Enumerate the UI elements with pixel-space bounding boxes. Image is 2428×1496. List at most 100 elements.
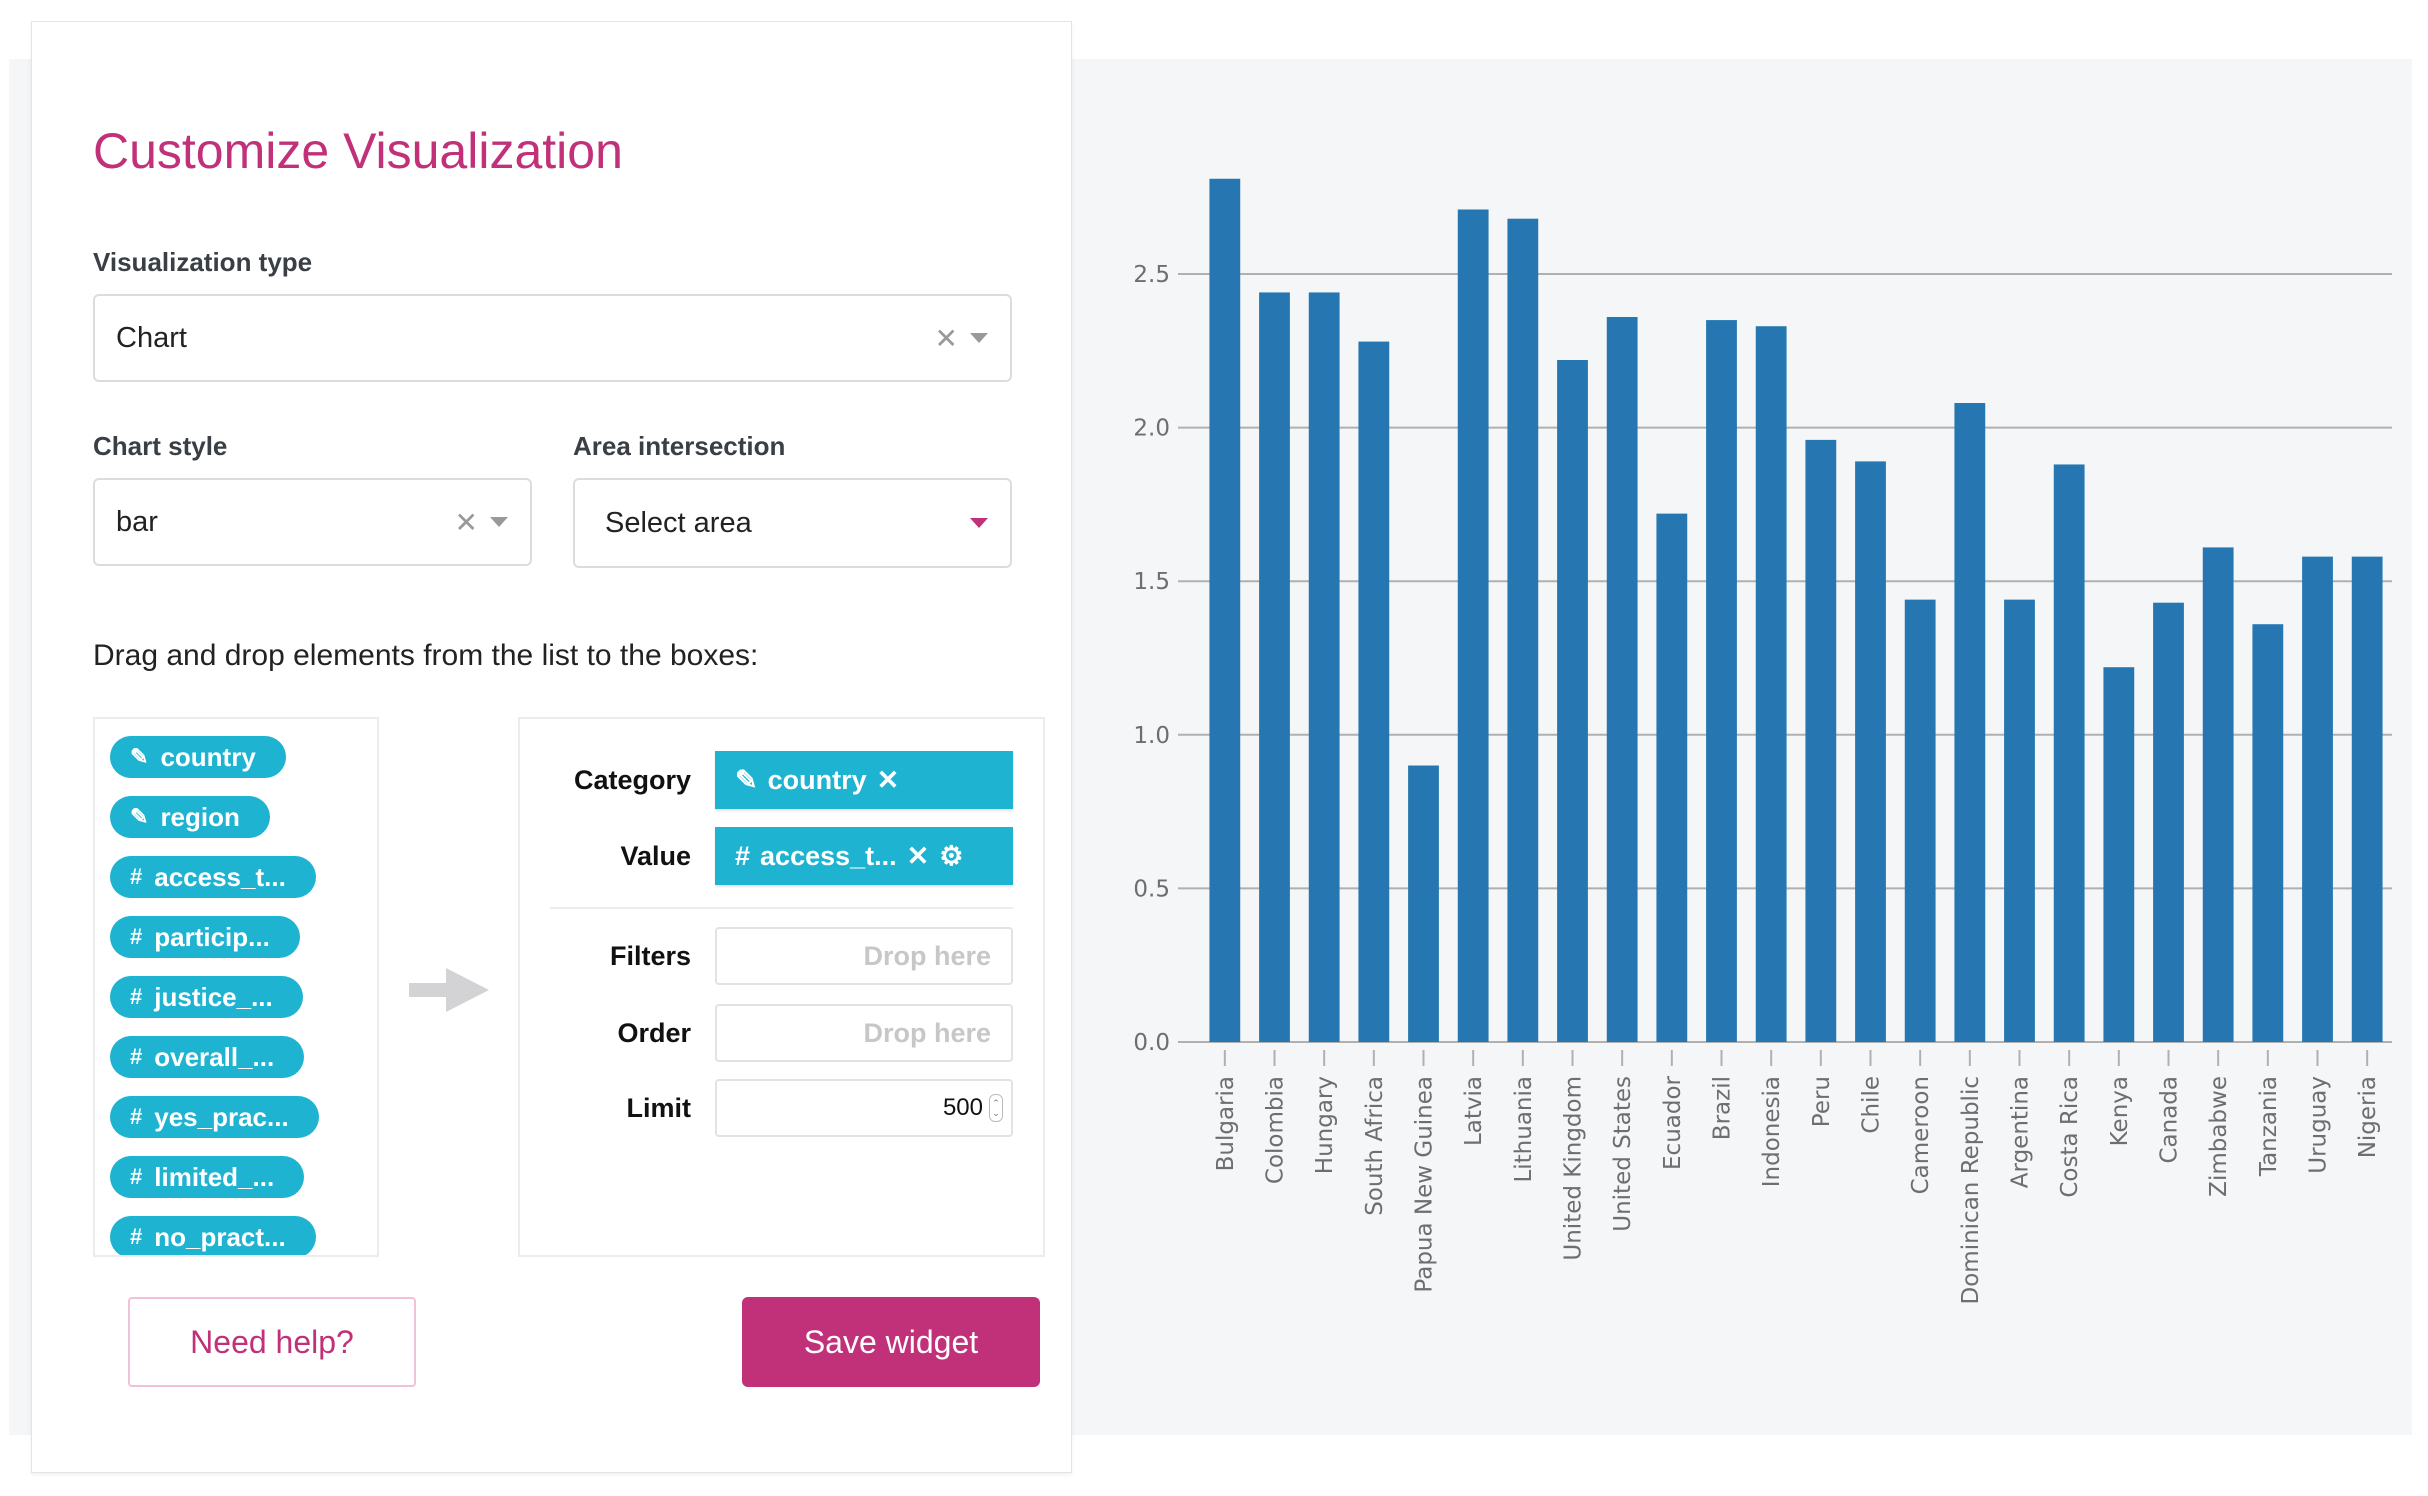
bar	[1507, 218, 1539, 1043]
gear-icon[interactable]: ⚙	[939, 841, 963, 872]
need-help-button[interactable]: Need help?	[128, 1297, 416, 1387]
field-label: region	[160, 801, 240, 832]
bar	[2252, 624, 2284, 1042]
visualization-type-select[interactable]: Chart ✕	[93, 294, 1012, 382]
hash-icon: #	[130, 1044, 143, 1069]
hash-icon: #	[130, 984, 143, 1009]
area-intersection-select[interactable]: Select area	[573, 478, 1012, 568]
chart-style-value: bar	[116, 505, 158, 538]
bar	[1656, 513, 1688, 1042]
x-tick-label: Canada	[2157, 1076, 2183, 1164]
panel-title: Customize Visualization	[93, 123, 623, 179]
field-pill-limited[interactable]: # limited_...	[110, 1156, 305, 1198]
tag-icon: ✎	[735, 764, 758, 795]
chart-style-select[interactable]: bar ✕	[93, 478, 532, 566]
value-drop-filled[interactable]: # access_t... ✕ ⚙	[715, 827, 1013, 885]
bar	[1259, 292, 1290, 1042]
x-tick-label: Dominican Republic	[1958, 1076, 1984, 1304]
chevron-down-icon[interactable]	[970, 518, 988, 528]
order-drop-zone[interactable]: Drop here	[715, 1004, 1013, 1062]
tag-icon: ✎	[130, 744, 149, 769]
bar	[1904, 599, 1936, 1042]
x-tick-label: Zimbabwe	[2206, 1076, 2232, 1197]
y-tick-label: 1.5	[1133, 569, 1170, 595]
clear-icon[interactable]: ✕	[455, 506, 478, 539]
field-pill-overall[interactable]: # overall_...	[110, 1036, 305, 1078]
limit-input[interactable]: 500 ⌃ ⌄	[715, 1079, 1013, 1137]
bar-chart: 0.0 0.5 1.0 1.5 2.0 2.5 Bulgaria Colombia Hungar…	[1133, 178, 2392, 1304]
hash-icon: #	[130, 924, 143, 949]
field-pill-particip[interactable]: # particip...	[110, 916, 300, 958]
field-pill-yes-prac[interactable]: # yes_prac...	[110, 1096, 319, 1138]
x-tick-label: Bulgaria	[1213, 1076, 1239, 1171]
y-tick-label: 0.0	[1133, 1030, 1170, 1056]
field-pill-region[interactable]: ✎ region	[110, 796, 270, 838]
hash-icon: #	[130, 1164, 143, 1189]
bar	[1606, 317, 1638, 1042]
remove-icon[interactable]: ✕	[907, 841, 930, 872]
chevron-down-icon[interactable]	[970, 333, 988, 343]
bar	[2351, 556, 2383, 1042]
value-label: Value	[620, 841, 691, 871]
bar	[2053, 464, 2085, 1042]
x-tick-label: United Kingdom	[1561, 1076, 1587, 1261]
hash-icon: #	[130, 1224, 143, 1249]
bar	[1954, 403, 1986, 1042]
divider	[550, 907, 1013, 909]
clear-icon[interactable]: ✕	[935, 322, 958, 355]
x-tick-label: Lithuania	[1511, 1076, 1537, 1183]
x-tick-label: Tanzania	[2256, 1076, 2282, 1177]
bar	[2302, 556, 2333, 1042]
field-label: access_t...	[154, 861, 286, 892]
hash-icon: #	[130, 864, 143, 889]
bar	[1358, 341, 1390, 1043]
category-label: Category	[573, 765, 691, 795]
bar	[1209, 178, 1241, 1042]
bar	[2202, 547, 2234, 1042]
field-label: limited_...	[154, 1161, 275, 1192]
hash-icon: #	[735, 840, 751, 871]
x-tick-label: Cameroon	[1908, 1076, 1934, 1194]
field-label: country	[160, 741, 256, 772]
x-tick-label: Peru	[1809, 1076, 1835, 1127]
bar	[1557, 360, 1588, 1042]
field-label: no_pract...	[154, 1221, 286, 1252]
chevron-down-icon[interactable]	[490, 517, 508, 527]
tag-icon: ✎	[130, 804, 149, 829]
x-tick-label: Latvia	[1461, 1076, 1487, 1146]
limit-value: 500	[942, 1094, 983, 1121]
bar	[1308, 292, 1340, 1042]
value-field-value: access_t...	[760, 840, 897, 871]
field-pill-no-pract[interactable]: # no_pract...	[110, 1216, 316, 1255]
category-field-value: country	[767, 764, 867, 795]
drag-instructions: Drag and drop elements from the list to …	[93, 639, 759, 672]
stepper-icon[interactable]: ⌃ ⌄	[989, 1094, 1003, 1122]
field-label: particip...	[154, 921, 270, 952]
fields-list: ✎ country ✎ region # access_t... # particip.…	[93, 717, 379, 1257]
x-tick-label: Costa Rica	[2057, 1076, 2083, 1198]
x-tick-label: Brazil	[1710, 1076, 1736, 1140]
x-tick-label: Papua New Guinea	[1412, 1076, 1438, 1293]
x-tick-label: United States	[1610, 1076, 1636, 1232]
field-pill-country[interactable]: ✎ country	[110, 736, 286, 778]
category-drop-filled[interactable]: ✎ country ✕	[715, 751, 1013, 809]
order-label: Order	[617, 1018, 691, 1048]
x-tick-label: Argentina	[2008, 1076, 2034, 1188]
x-tick-label: Indonesia	[1759, 1076, 1785, 1187]
filters-drop-zone[interactable]: Drop here	[715, 927, 1013, 985]
save-widget-button[interactable]: Save widget	[742, 1297, 1040, 1387]
drop-boxes: Category ✎ country ✕ Value # access_t...…	[518, 717, 1045, 1257]
bar	[1855, 461, 1886, 1043]
bar	[1706, 320, 1737, 1043]
field-pill-access[interactable]: # access_t...	[110, 856, 316, 898]
filters-label: Filters	[609, 941, 691, 971]
field-pill-justice[interactable]: # justice_...	[110, 976, 303, 1018]
y-tick-label: 2.5	[1133, 262, 1170, 288]
remove-icon[interactable]: ✕	[877, 765, 900, 796]
bar	[1755, 326, 1787, 1042]
bar	[2103, 667, 2135, 1042]
field-label: yes_prac...	[154, 1101, 289, 1132]
arrow-right-icon	[409, 968, 489, 1012]
bar	[1457, 209, 1489, 1042]
x-tick-label: Kenya	[2107, 1076, 2133, 1146]
